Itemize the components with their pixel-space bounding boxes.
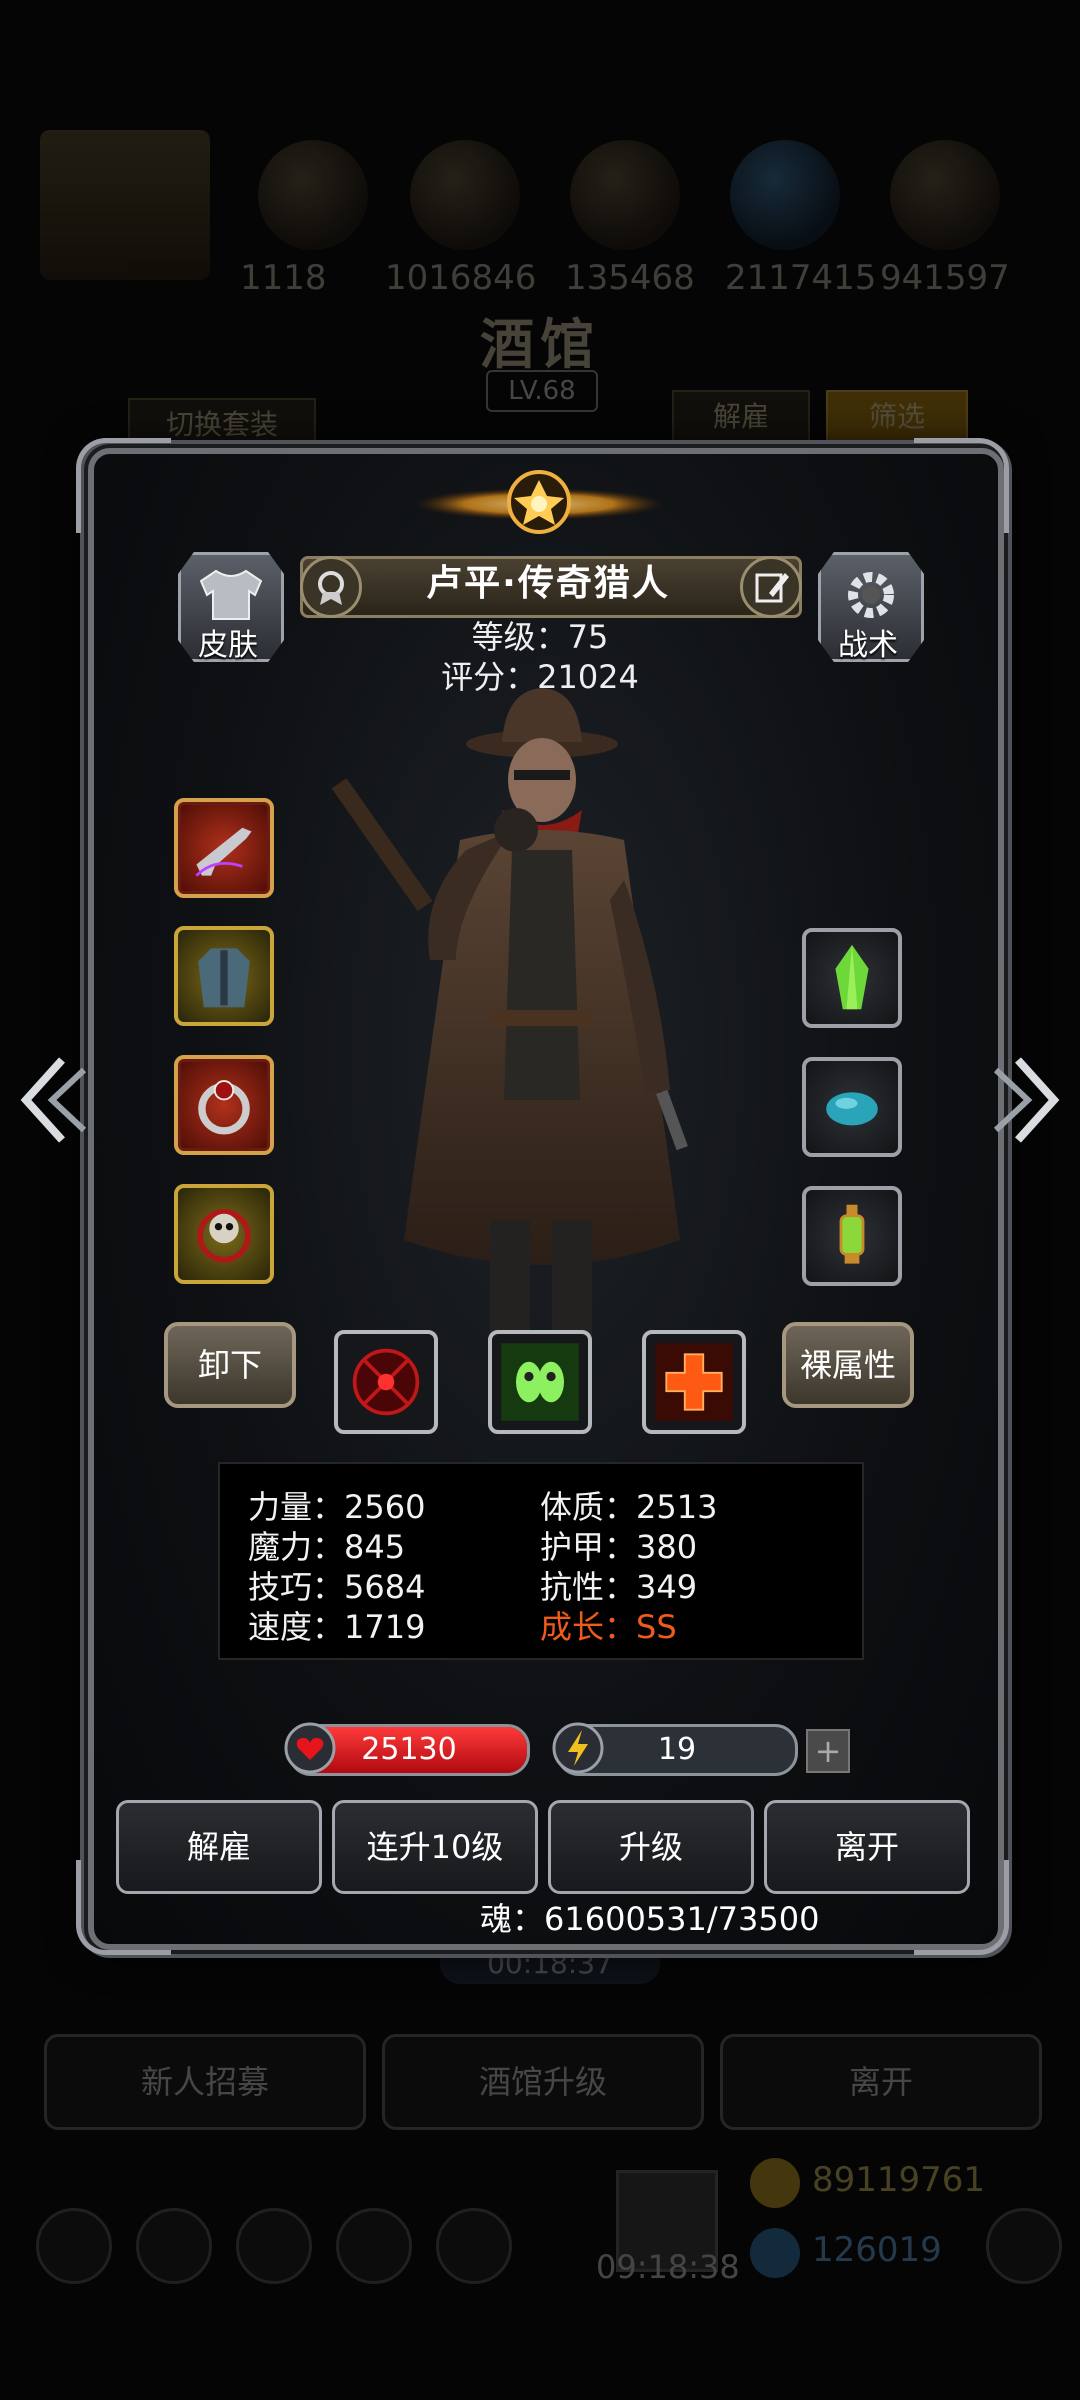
- resource-icon: [570, 140, 680, 250]
- level-up-button[interactable]: 升级: [548, 1800, 754, 1894]
- recruit-button: 新人招募: [44, 2034, 366, 2130]
- resource-icon: [890, 140, 1000, 250]
- unequip-button[interactable]: 卸下: [164, 1322, 296, 1408]
- poison-skill-icon: [501, 1343, 579, 1421]
- frame-corner: [76, 438, 171, 533]
- gem-slot-2[interactable]: [802, 1057, 902, 1157]
- equip-slot-weapon[interactable]: [174, 798, 274, 898]
- skill-slot-1[interactable]: [334, 1330, 438, 1434]
- target-skill-icon: [352, 1348, 420, 1416]
- recruit-timer: 00:18:37: [440, 1944, 660, 1984]
- game-clock: 09:18:38: [596, 2248, 740, 2286]
- resource-count: 135468: [565, 258, 695, 298]
- blue-stone-icon: [826, 1092, 878, 1126]
- bg-dismiss-button: 解雇: [672, 390, 810, 444]
- resource-icon: [730, 140, 840, 250]
- menu-icon: [986, 2208, 1062, 2284]
- heal-skill-icon: [655, 1343, 733, 1421]
- resource-count: 1016846: [385, 258, 537, 298]
- skin-label: 皮肤: [198, 628, 258, 663]
- hero-character-art: [331, 688, 688, 1400]
- rank-emblem-icon: [414, 470, 664, 534]
- tavern-level: LV.68: [486, 370, 598, 412]
- gem-slot-3[interactable]: [802, 1186, 902, 1286]
- equip-slot-accessory[interactable]: [174, 1184, 274, 1284]
- dismiss-button[interactable]: 解雇: [116, 1800, 322, 1894]
- bg-leave-button: 离开: [720, 2034, 1042, 2130]
- next-hero-arrow-icon[interactable]: [988, 1050, 1068, 1150]
- gem-slot-1[interactable]: [802, 928, 902, 1028]
- pistol-icon: [195, 827, 252, 877]
- level-up-10-button[interactable]: 连升10级: [332, 1800, 538, 1894]
- hero-name: 卢平·传奇猎人: [426, 563, 670, 604]
- leave-button[interactable]: 离开: [764, 1800, 970, 1894]
- resource-icon: [410, 140, 520, 250]
- equip-slot-ring[interactable]: [174, 1055, 274, 1155]
- stat-speed: 速度：1719: [248, 1608, 426, 1646]
- filter-button: 筛选: [826, 390, 968, 444]
- previous-hero-arrow-icon[interactable]: [12, 1050, 92, 1150]
- tavern-upgrade-button: 酒馆升级: [382, 2034, 704, 2130]
- skull-amulet-icon: [197, 1209, 251, 1263]
- gold-coin-icon: [750, 2158, 800, 2208]
- lightning-icon: [552, 1722, 604, 1774]
- green-crystal-icon: [835, 944, 869, 1010]
- gem-icon: [750, 2228, 800, 2278]
- menu-icon: [136, 2208, 212, 2284]
- menu-icon: [36, 2208, 112, 2284]
- lantern-icon: [839, 1204, 865, 1264]
- stat-growth: 成长：SS: [540, 1608, 677, 1646]
- resource-icon: [258, 140, 368, 250]
- tactics-label: 战术: [838, 628, 898, 663]
- menu-icon: [336, 2208, 412, 2284]
- tavern-title: 酒馆: [480, 313, 600, 376]
- menu-icon: [436, 2208, 512, 2284]
- add-energy-button[interactable]: +: [806, 1729, 850, 1773]
- resource-count: 941597: [880, 258, 1010, 298]
- skill-slot-2[interactable]: [488, 1330, 592, 1434]
- gem-amount: 126019: [812, 2230, 942, 2270]
- hero-portrait-icon: [40, 130, 210, 280]
- resource-count: 1118: [240, 258, 327, 298]
- equip-slot-armor[interactable]: [174, 926, 274, 1026]
- resource-count: 2117415: [725, 258, 877, 298]
- heart-icon: [284, 1722, 336, 1774]
- ring-icon: [198, 1080, 250, 1135]
- menu-icon: [236, 2208, 312, 2284]
- frame-corner: [914, 438, 1009, 533]
- naked-attributes-button[interactable]: 裸属性: [782, 1322, 914, 1408]
- coat-icon: [198, 948, 250, 1008]
- skill-slot-3[interactable]: [642, 1330, 746, 1434]
- soul-counter: 魂：61600531/73500: [480, 1900, 820, 1938]
- gold-amount: 89119761: [812, 2160, 986, 2200]
